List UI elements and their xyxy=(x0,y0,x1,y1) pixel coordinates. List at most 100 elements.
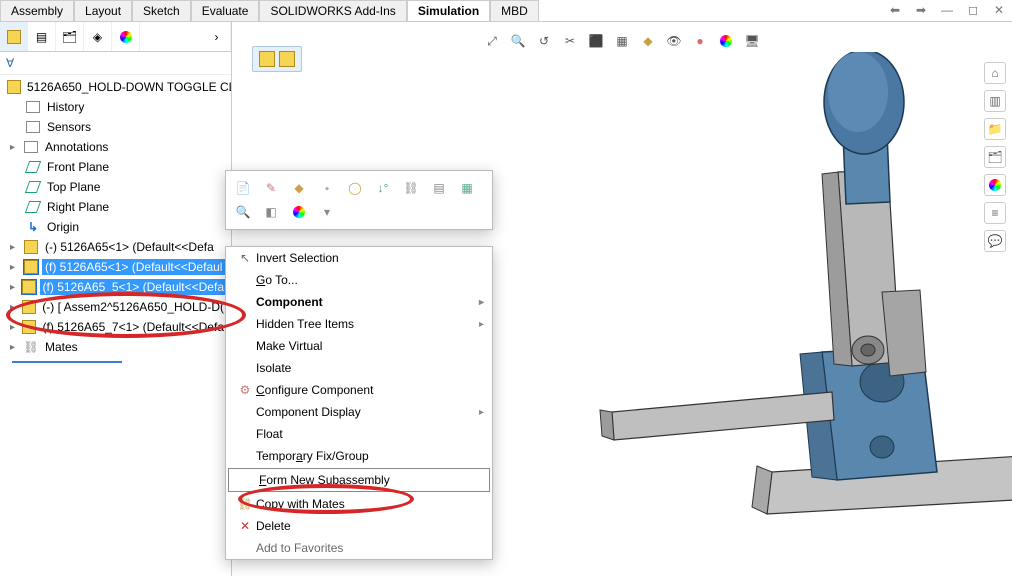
tab-addins[interactable]: SOLIDWORKS Add-Ins xyxy=(259,0,406,21)
configuration-tab[interactable]: 🗂 xyxy=(56,22,84,51)
minimize-icon[interactable]: — xyxy=(938,2,956,18)
menu-form-new-subassembly[interactable]: Form New Subassembly xyxy=(228,468,490,492)
feature-manager-panel: ▤ 🗂 ◈ › ∀ 5126A650_HOLD-DOWN TOGGLE CLA … xyxy=(0,22,232,576)
tab-layout[interactable]: Layout xyxy=(74,0,132,21)
previous-view-icon[interactable]: ↺ xyxy=(535,32,553,50)
isolate-icon[interactable]: ▤ xyxy=(430,179,448,197)
edit-part-icon[interactable]: 📄 xyxy=(234,179,252,197)
heads-up-toolbar: ⤢ 🔍 ↺ ✂ ⬛ ▦ ◆ 👁 ● 🖥 xyxy=(483,32,761,50)
tree-top-plane[interactable]: Top Plane xyxy=(0,177,231,197)
menu-label: Hidden Tree Items xyxy=(256,317,479,331)
zoom-fit-icon[interactable]: ⤢ xyxy=(483,32,501,50)
context-toolbar: 📄 ✎ ◆ ⬩ ◯ ↓° ⛓ ▤ ▦ 🔍 ◧ ▾ xyxy=(225,170,493,230)
open-part-icon[interactable]: ✎ xyxy=(262,179,280,197)
mate-icon[interactable]: ⛓ xyxy=(402,179,420,197)
panel-more-icon[interactable]: › xyxy=(203,22,231,51)
tree-part-5[interactable]: ▸(f) 5126A65_7<1> (Default<<Defa xyxy=(0,317,231,337)
expand-icon[interactable]: ▸ xyxy=(10,302,19,313)
tab-mbd[interactable]: MBD xyxy=(490,0,539,21)
subassembly-icon xyxy=(22,300,36,314)
menu-isolate[interactable]: Isolate xyxy=(226,357,492,379)
tree-part-2[interactable]: ▸(f) 5126A65<1> (Default<<Defaul xyxy=(0,257,231,277)
tree-item-label: Top Plane xyxy=(44,179,103,195)
menu-float[interactable]: Float xyxy=(226,423,492,445)
section-view-icon[interactable]: ✂ xyxy=(561,32,579,50)
plane-icon xyxy=(25,161,41,173)
menu-label: Configure Component xyxy=(256,383,484,397)
tree-history[interactable]: History xyxy=(0,97,231,117)
tree-part-3[interactable]: ▸(f) 5126A65_5<1> (Default<<Defa xyxy=(0,277,231,297)
tree-front-plane[interactable]: Front Plane xyxy=(0,157,231,177)
fix-icon[interactable]: ↓° xyxy=(374,179,392,197)
menu-label: Invert Selection xyxy=(256,251,484,265)
tree-root[interactable]: 5126A650_HOLD-DOWN TOGGLE CLA xyxy=(0,77,231,97)
transparency-icon[interactable]: ◯ xyxy=(346,179,364,197)
tab-assembly[interactable]: Assembly xyxy=(0,0,74,21)
menu-copy-with-mates[interactable]: ⛓Copy with Mates xyxy=(226,493,492,515)
menu-delete[interactable]: ✕Delete xyxy=(226,515,492,537)
apply-scene-icon[interactable]: ● xyxy=(691,32,709,50)
menu-component[interactable]: Component▸ xyxy=(226,291,492,313)
hide-icon[interactable]: ◆ xyxy=(290,179,308,197)
expand-icon[interactable]: ▸ xyxy=(10,322,19,333)
menu-add-favorites[interactable]: Add to Favorites xyxy=(226,537,492,559)
tree-part-1[interactable]: ▸ (-) 5126A65<1> (Default<<Defa xyxy=(0,237,231,257)
tree-part-4[interactable]: ▸(-) [ Assem2^5126A650_HOLD-D( xyxy=(0,297,231,317)
expand-icon[interactable]: ▸ xyxy=(10,142,20,153)
view-orientation-icon[interactable]: ⬛ xyxy=(587,32,605,50)
next-doc-icon[interactable]: ➡ xyxy=(912,2,930,18)
display-style-icon[interactable]: ▦ xyxy=(613,32,631,50)
tree-item-label: Right Plane xyxy=(44,199,112,215)
menu-configure[interactable]: ⚙Configure Component xyxy=(226,379,492,401)
feature-tree-tab[interactable] xyxy=(0,22,28,51)
maximize-icon[interactable]: ◻ xyxy=(964,2,982,18)
close-icon[interactable]: ✕ xyxy=(990,2,1008,18)
menu-label: Copy with Mates xyxy=(256,497,484,511)
command-manager-tabs: Assembly Layout Sketch Evaluate SOLIDWOR… xyxy=(0,0,1012,22)
expand-icon[interactable]: ▸ xyxy=(10,282,19,293)
tab-evaluate[interactable]: Evaluate xyxy=(191,0,260,21)
zoom-selection-icon[interactable]: 🔍 xyxy=(234,203,252,221)
assembly-icon xyxy=(7,80,21,94)
tab-sketch[interactable]: Sketch xyxy=(132,0,191,21)
tree-annotations[interactable]: ▸Annotations xyxy=(0,137,231,157)
zoom-area-icon[interactable]: 🔍 xyxy=(509,32,527,50)
filter-icon[interactable]: ∀ xyxy=(6,56,14,70)
menu-make-virtual[interactable]: Make Virtual xyxy=(226,335,492,357)
tree-sensors[interactable]: Sensors xyxy=(0,117,231,137)
expand-icon[interactable]: ▸ xyxy=(10,262,20,273)
part-icon[interactable] xyxy=(279,51,295,67)
dimxpert-tab[interactable]: ◈ xyxy=(84,22,112,51)
menu-invert-selection[interactable]: ↖Invert Selection xyxy=(226,247,492,269)
view-settings-icon[interactable] xyxy=(717,32,735,50)
menu-temp-fix[interactable]: Temporary Fix/Group xyxy=(226,445,492,467)
tab-simulation[interactable]: Simulation xyxy=(407,0,490,21)
property-manager-tab[interactable]: ▤ xyxy=(28,22,56,51)
render-tools-icon[interactable]: 🖥 xyxy=(743,32,761,50)
menu-component-display[interactable]: Component Display▸ xyxy=(226,401,492,423)
tree-item-label: Sensors xyxy=(44,119,94,135)
display-tab[interactable] xyxy=(112,22,140,51)
expand-icon[interactable]: ▸ xyxy=(10,342,20,353)
material-icon[interactable]: ▦ xyxy=(458,179,476,197)
tree-origin[interactable]: ↳Origin xyxy=(0,217,231,237)
menu-label: Form New Subassembly xyxy=(259,473,481,487)
prev-doc-icon[interactable]: ⬅ xyxy=(886,2,904,18)
dropdown-icon[interactable]: ▾ xyxy=(318,203,336,221)
suppress-icon[interactable]: ⬩ xyxy=(318,179,336,197)
menu-label: Temporary Fix/Group xyxy=(256,449,484,463)
part-icon xyxy=(22,320,36,334)
menu-go-to[interactable]: Go To... xyxy=(226,269,492,291)
tree-item-label: (-) 5126A65<1> (Default<<Defa xyxy=(42,239,217,255)
hide-show-icon[interactable]: ◆ xyxy=(639,32,657,50)
menu-label: Component xyxy=(256,295,479,309)
expand-icon[interactable]: ▸ xyxy=(10,242,20,253)
annotation-icon xyxy=(24,141,38,153)
appearance-icon[interactable] xyxy=(290,203,308,221)
normal-to-icon[interactable]: ◧ xyxy=(262,203,280,221)
assembly-icon[interactable] xyxy=(259,51,275,67)
menu-hidden-tree[interactable]: Hidden Tree Items▸ xyxy=(226,313,492,335)
edit-appearance-icon[interactable]: 👁 xyxy=(665,32,683,50)
tree-right-plane[interactable]: Right Plane xyxy=(0,197,231,217)
tree-mates[interactable]: ▸⛓Mates xyxy=(0,337,231,357)
